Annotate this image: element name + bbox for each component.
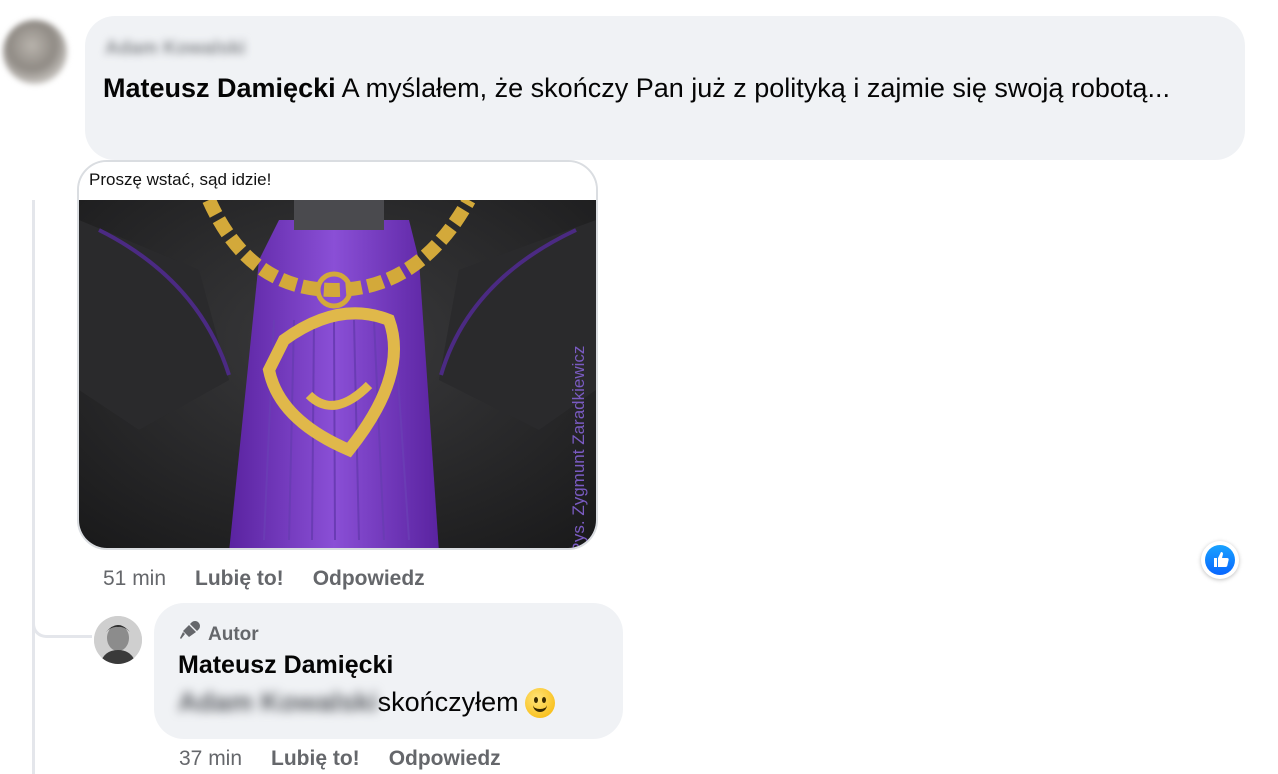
comment-image[interactable]: Proszę wstać, sąd idzie! Rys. Zygmunt Za…: [77, 160, 598, 550]
comment-text: Mateusz Damięcki A myślałem, że skończy …: [103, 68, 1213, 109]
thread-connector: [32, 600, 92, 638]
comment-actions: 51 min Lubię to! Odpowiedz: [103, 567, 454, 591]
smiley-emoji-icon: [524, 688, 555, 718]
author-badge-label: Autor: [208, 624, 259, 645]
comment-body: A myślałem, że skończy Pan już z polityk…: [335, 73, 1170, 103]
comment-author-name[interactable]: Adam Kowalski: [105, 38, 245, 60]
reply-timestamp[interactable]: 37 min: [179, 747, 242, 770]
reply-button[interactable]: Odpowiedz: [313, 567, 425, 590]
reply-text: Adam Kowalskiskończyłem: [178, 687, 555, 718]
reply-actions: 37 min Lubię to! Odpowiedz: [179, 747, 530, 771]
comment-bubble: Adam Kowalski Mateusz Damięcki A myślałe…: [85, 16, 1245, 160]
mention-link[interactable]: Mateusz Damięcki: [103, 73, 336, 103]
reply-like-button[interactable]: Lubię to!: [271, 747, 360, 770]
reply-reply-button[interactable]: Odpowiedz: [389, 747, 501, 770]
reply-bubble: Autor Mateusz Damięcki Adam Kowalskiskoń…: [154, 603, 623, 739]
microphone-icon: [180, 621, 200, 639]
reaction-badge[interactable]: [1201, 541, 1239, 579]
image-credit: Rys. Zygmunt Zaradkiewicz: [569, 346, 588, 550]
like-button[interactable]: Lubię to!: [195, 567, 284, 590]
author-avatar[interactable]: [94, 616, 142, 664]
judge-robe-photo: Rys. Zygmunt Zaradkiewicz: [79, 200, 596, 550]
image-caption: Proszę wstać, sąd idzie!: [89, 170, 272, 189]
image-caption-strip: Proszę wstać, sąd idzie!: [79, 162, 596, 200]
avatar[interactable]: [3, 20, 67, 84]
reply-author-name[interactable]: Mateusz Damięcki: [178, 651, 393, 680]
author-badge: Autor: [178, 619, 259, 646]
reply-mention[interactable]: Adam Kowalski: [178, 687, 378, 718]
comment-timestamp[interactable]: 51 min: [103, 567, 166, 590]
thumbs-up-icon: [1205, 545, 1235, 575]
reply-body: skończyłem: [377, 687, 519, 717]
thread-line: [32, 200, 35, 774]
